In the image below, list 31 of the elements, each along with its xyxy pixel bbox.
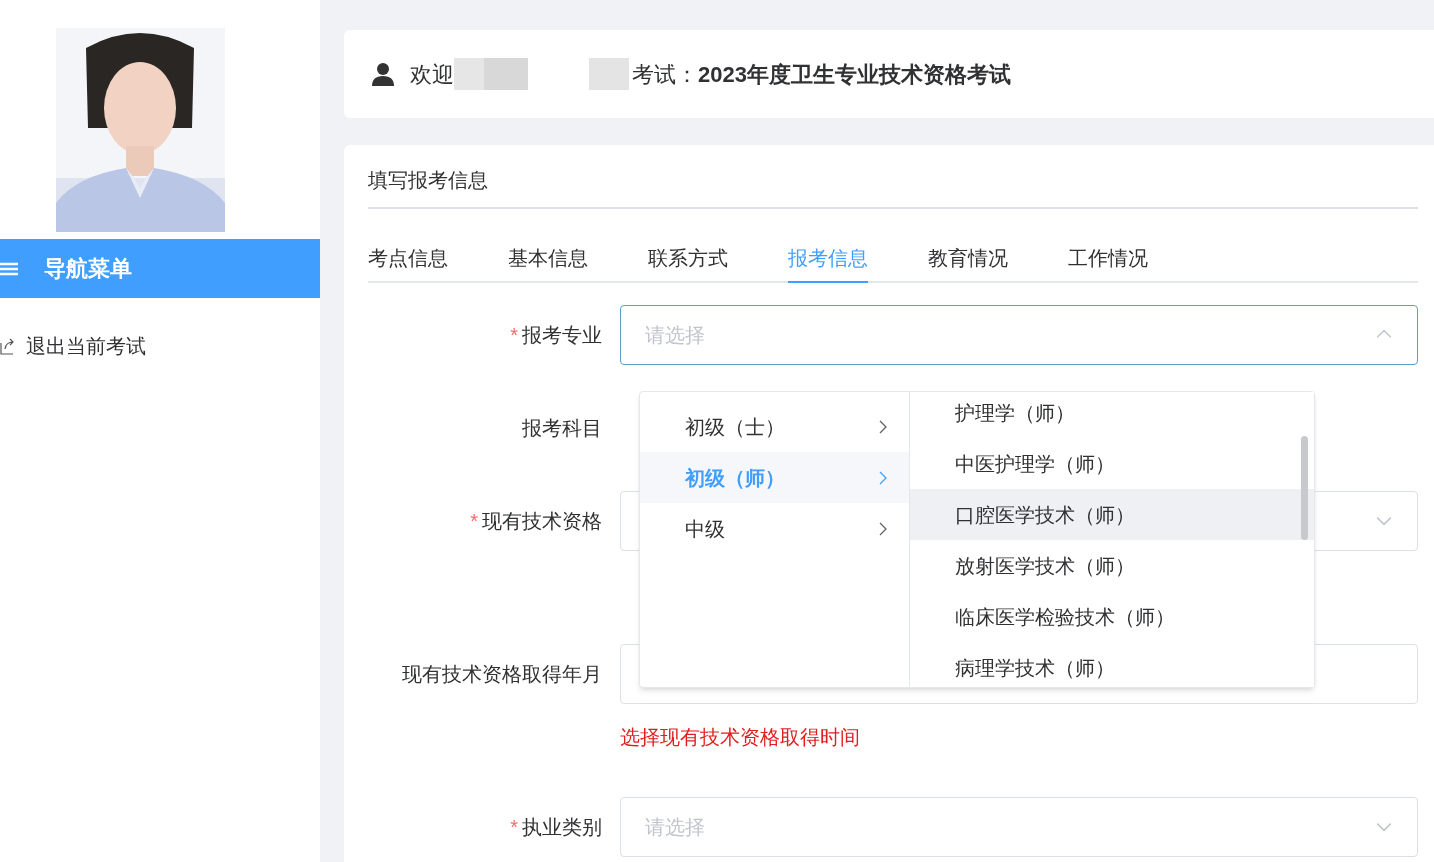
nav-title: 导航菜单: [44, 255, 132, 283]
form-title: 填写报考信息: [368, 168, 488, 193]
menu-icon: [0, 260, 20, 277]
cascader-option[interactable]: 口腔医学技术（师）: [910, 489, 1314, 540]
tab[interactable]: 工作情况: [1068, 243, 1148, 283]
field-label: 现有技术资格取得年月: [402, 662, 602, 687]
cascader-item[interactable]: 初级（士）: [640, 401, 909, 452]
required-mark: *: [510, 815, 518, 840]
placeholder-text: 请选择: [645, 815, 705, 840]
welcome-text: 欢迎: [410, 60, 454, 89]
field-label: 执业类别: [522, 815, 602, 840]
field-label: 现有技术资格: [482, 509, 602, 534]
tab[interactable]: 考点信息: [368, 243, 448, 283]
tab[interactable]: 教育情况: [928, 243, 1008, 283]
field-label: 报考专业: [522, 323, 602, 348]
tab[interactable]: 联系方式: [648, 243, 728, 283]
field-label: 报考科目: [522, 416, 602, 441]
required-mark: *: [470, 509, 478, 534]
user-icon: [372, 62, 394, 86]
required-mark: *: [510, 323, 518, 348]
exam-label: 考试：: [632, 60, 698, 89]
error-message: 选择现有技术资格取得时间: [620, 725, 861, 750]
scrollbar-thumb[interactable]: [1301, 436, 1308, 540]
tab[interactable]: 基本信息: [508, 243, 588, 283]
cascader-option[interactable]: 病理学技术（师）: [910, 642, 1314, 687]
placeholder-text: 请选择: [645, 323, 705, 348]
sidebar-item[interactable]: 退出当前考试: [0, 298, 320, 394]
cascader-option[interactable]: 护理学（师）: [910, 392, 1314, 438]
cascader-item[interactable]: 中级: [640, 503, 909, 554]
exit-icon: [0, 337, 14, 355]
exam-name: 2023年度卫生专业技术资格考试: [698, 60, 1011, 89]
